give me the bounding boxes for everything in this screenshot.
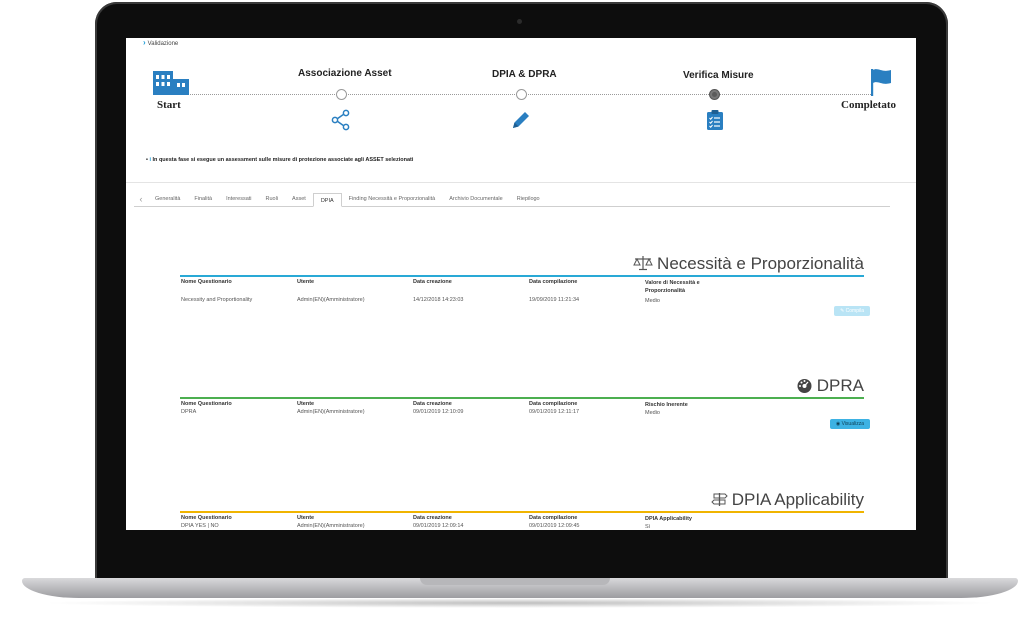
breadcrumb-label: Validazione (147, 41, 179, 47)
col-data-creazione: Data creazione (413, 279, 452, 285)
dpia-title-text: DPIA Applicability (731, 490, 864, 509)
tab-bar: ‹ Generalità Finalità Interessati Ruoli … (134, 191, 890, 207)
col-utente: Utente (297, 515, 315, 521)
tab-finding[interactable]: Finding Necessità e Proporzionalità (342, 192, 443, 206)
tabs-prev-icon[interactable]: ‹ (134, 192, 148, 206)
compila-button-label: Compila (845, 308, 864, 314)
cell-applicability: Sì (645, 524, 651, 530)
col-nome: Nome Questionario (181, 401, 232, 407)
col-data-compilazione: Data compilazione (529, 401, 578, 407)
necessita-rule (180, 275, 864, 277)
necessita-section-title: Necessità e Proporzionalità (633, 254, 864, 274)
tab-finalita[interactable]: Finalità (187, 192, 219, 206)
dpra-rule (180, 397, 864, 399)
cell-rischio: Medio (645, 410, 660, 416)
col-utente: Utente (297, 279, 315, 285)
tab-riepilogo[interactable]: Riepilogo (510, 192, 547, 206)
step-2-dot[interactable] (516, 89, 527, 100)
tab-interessati[interactable]: Interessati (219, 192, 258, 206)
step-3-dot[interactable] (709, 89, 720, 100)
chevron-right-icon: › (143, 38, 146, 47)
building-icon (153, 71, 189, 95)
visualizza-button-label: Visualizza (841, 421, 864, 427)
laptop-shadow (40, 598, 1000, 608)
cell-data-creazione: 09/01/2019 12:09:14 (413, 523, 464, 529)
cell-data-compilazione: 09/01/2019 12:09:45 (529, 523, 580, 529)
dpra-title-text: DPRA (816, 376, 864, 395)
dpra-section-title: DPRA (796, 376, 864, 396)
col-nome: Nome Questionario (181, 279, 232, 285)
laptop-mockup: › Validazione Start Associazione Asset DP… (0, 0, 1024, 618)
cell-data-compilazione: 09/01/2019 12:11:17 (529, 409, 580, 415)
cell-data-creazione: 14/12/2018 14:23:03 (413, 297, 464, 303)
dpia-section-title: DPIA Applicability (710, 490, 864, 510)
info-icon: i (149, 157, 151, 163)
col-data-compilazione: Data compilazione (529, 279, 578, 285)
step-1-title: Associazione Asset (298, 68, 392, 79)
necessita-title-text: Necessità e Proporzionalità (657, 254, 864, 273)
webcam (517, 19, 522, 24)
tab-dpia[interactable]: DPIA (312, 193, 342, 207)
cell-utente: Admin(EN)(Amministratore) (297, 409, 365, 415)
laptop-notch (420, 578, 610, 585)
tab-archivio[interactable]: Archivio Documentale (442, 192, 510, 206)
signpost-icon (710, 493, 728, 506)
col-data-creazione: Data creazione (413, 515, 452, 521)
tab-ruoli[interactable]: Ruoli (259, 192, 286, 206)
flag-icon (871, 69, 891, 96)
stepper-start-label: Start (157, 99, 181, 111)
clipboard-icon[interactable] (704, 109, 726, 131)
cell-utente: Admin(EN)(Amministratore) (297, 523, 365, 529)
col-data-compilazione: Data compilazione (529, 515, 578, 521)
scale-icon (633, 256, 653, 271)
step-2-title: DPIA & DPRA (492, 69, 557, 80)
step-1-dot[interactable] (336, 89, 347, 100)
cell-utente: Admin(EN)(Amministratore) (297, 297, 365, 303)
cell-data-creazione: 09/01/2019 12:10:09 (413, 409, 464, 415)
col-rischio: Rischio Inerente (645, 402, 688, 408)
col-valore: Valore di Necessità e Proporzionalità (645, 280, 700, 294)
compila-button[interactable]: ✎ Compila (834, 306, 870, 316)
col-data-creazione: Data creazione (413, 401, 452, 407)
step-3-title: Verifica Misure (683, 70, 754, 81)
col-utente: Utente (297, 401, 315, 407)
visualizza-button[interactable]: ◉ Visualizza (829, 419, 870, 429)
gauge-icon (797, 379, 812, 393)
col-applicability: DPIA Applicability (645, 516, 692, 522)
cell-data-compilazione: 19/09/2019 11:21:34 (529, 297, 580, 303)
app-screen: › Validazione Start Associazione Asset DP… (126, 38, 916, 530)
tab-asset[interactable]: Asset (285, 192, 313, 206)
cell-valore: Medio (645, 298, 660, 304)
header-divider (126, 182, 916, 183)
info-text: In questa fase si esegue un assessment s… (152, 157, 414, 163)
info-message: • i In questa fase si esegue un assessme… (146, 157, 414, 163)
breadcrumb[interactable]: › Validazione (143, 38, 178, 47)
pencil-icon[interactable] (510, 109, 532, 131)
col-nome: Nome Questionario (181, 515, 232, 521)
cell-nome: DPRA (181, 409, 197, 415)
share-icon[interactable] (330, 109, 352, 131)
cell-nome: Necessity and Proportionality (181, 297, 253, 303)
cell-nome: DPIA YES | NO (181, 523, 219, 529)
tab-generalita[interactable]: Generalità (148, 192, 187, 206)
dpia-rule (180, 511, 864, 513)
stepper-end-label: Completato (841, 99, 896, 111)
